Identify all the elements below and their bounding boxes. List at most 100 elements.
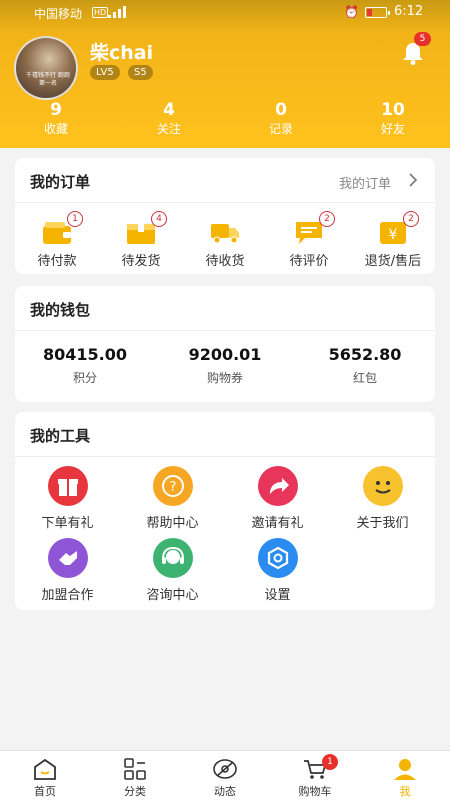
wallet-label: 购物券 xyxy=(206,371,243,385)
order-pending-payment[interactable]: 1 待付款 xyxy=(15,210,99,272)
order-pending-review[interactable]: 2 待评价 xyxy=(267,210,351,272)
order-label: 待发货 xyxy=(121,254,161,269)
stat-label: 记录 xyxy=(268,122,293,136)
wallet-title: 我的钱包 xyxy=(30,301,91,319)
order-count-badge: 2 xyxy=(319,211,335,227)
wallet-value: 9200.01 xyxy=(188,345,262,364)
stats-row: 9 收藏 4 关注 0 记录 10 好友 xyxy=(0,100,450,140)
stat-label: 收藏 xyxy=(43,122,68,136)
tab-feed[interactable]: 动态 xyxy=(180,751,270,800)
clock-time: 6:12 xyxy=(394,4,424,19)
tool-order-gift[interactable]: 下单有礼 xyxy=(15,466,120,532)
bottom-tab-bar: 首页 分类 动态 1 购物车 我 xyxy=(0,750,450,800)
avatar-caption: 千禧钱不行 跑跑第一名 xyxy=(26,72,70,87)
tab-label: 我 xyxy=(399,785,411,798)
divider xyxy=(15,202,435,203)
tab-label: 购物车 xyxy=(298,785,332,798)
orders-card: 我的订单 我的订单 1 待付款 4 待发货 待收货 2 待评价 ¥ 2 退货/售… xyxy=(15,158,435,274)
stat-value: 4 xyxy=(163,100,175,120)
avatar[interactable]: 千禧钱不行 跑跑第一名 xyxy=(14,36,78,100)
stat-favorites[interactable]: 9 收藏 xyxy=(16,100,96,138)
profile-header: 中国移动 HD ⏰ 6:12 千禧钱不行 跑跑第一名 柴chai LV5 S5 … xyxy=(0,0,450,148)
order-label: 待付款 xyxy=(37,254,77,269)
tool-label: 帮助中心 xyxy=(146,516,199,531)
wallet-coupons[interactable]: 9200.01 购物券 xyxy=(155,344,295,388)
wallet-label: 红包 xyxy=(352,371,377,385)
tool-consult-center[interactable]: 咨询中心 xyxy=(120,538,225,604)
stat-value: 9 xyxy=(50,100,62,120)
tool-label: 下单有礼 xyxy=(41,516,94,531)
divider xyxy=(15,330,435,331)
help-icon: ? xyxy=(153,466,193,506)
order-count-badge: 4 xyxy=(151,211,167,227)
headset-icon xyxy=(153,538,193,578)
tool-label: 咨询中心 xyxy=(146,588,199,603)
tab-label: 分类 xyxy=(124,785,146,798)
order-label: 待收货 xyxy=(205,254,245,269)
tool-label: 加盟合作 xyxy=(41,588,94,603)
tool-label: 设置 xyxy=(264,588,291,603)
order-pending-shipment[interactable]: 4 待发货 xyxy=(99,210,183,272)
svg-text:?: ? xyxy=(170,480,177,495)
wallet-points[interactable]: 80415.00 积分 xyxy=(15,344,155,388)
season-badge: S5 xyxy=(128,65,153,80)
gift-icon xyxy=(48,466,88,506)
wallet-value: 80415.00 xyxy=(42,345,127,364)
notification-badge: 5 xyxy=(414,32,431,46)
wallet-red-packets[interactable]: 5652.80 红包 xyxy=(295,344,435,388)
handshake-icon xyxy=(48,538,88,578)
category-icon xyxy=(124,758,146,780)
share-arrow-icon xyxy=(258,466,298,506)
alarm-icon: ⏰ xyxy=(344,5,359,19)
stat-history[interactable]: 0 记录 xyxy=(241,100,321,138)
status-bar: 中国移动 HD ⏰ 6:12 xyxy=(0,0,450,24)
chevron-right-icon[interactable] xyxy=(407,172,419,188)
cart-count-badge: 1 xyxy=(322,754,338,770)
order-count-badge: 1 xyxy=(67,211,83,227)
tab-category[interactable]: 分类 xyxy=(90,751,180,800)
tab-home[interactable]: 首页 xyxy=(0,751,90,800)
tab-label: 动态 xyxy=(214,785,236,798)
stat-value: 10 xyxy=(381,100,405,120)
profile-icon xyxy=(394,759,416,780)
carrier-label: 中国移动 xyxy=(34,7,83,21)
order-label: 退货/售后 xyxy=(364,254,422,269)
order-label: 待评价 xyxy=(289,254,329,269)
order-count-badge: 2 xyxy=(403,211,419,227)
stat-friends[interactable]: 10 好友 xyxy=(353,100,433,138)
all-orders-link[interactable]: 我的订单 xyxy=(339,173,391,192)
svg-text:¥: ¥ xyxy=(389,227,398,243)
stat-label: 关注 xyxy=(156,122,181,136)
smiley-icon xyxy=(363,466,403,506)
tab-profile[interactable]: 我 xyxy=(360,751,450,800)
username[interactable]: 柴chai xyxy=(90,38,153,65)
order-pending-receipt[interactable]: 待收货 xyxy=(183,210,267,272)
tools-title: 我的工具 xyxy=(30,427,91,445)
tab-label: 首页 xyxy=(34,785,56,798)
battery-icon xyxy=(365,7,390,18)
wallet-label: 积分 xyxy=(72,371,97,385)
hd-badge: HD xyxy=(92,7,109,18)
wallet-card: 我的钱包 80415.00 积分 9200.01 购物券 5652.80 红包 xyxy=(15,286,435,402)
stat-following[interactable]: 4 关注 xyxy=(129,100,209,138)
settings-icon xyxy=(258,538,298,578)
tool-settings[interactable]: 设置 xyxy=(225,538,330,604)
tool-invite-gift[interactable]: 邀请有礼 xyxy=(225,466,330,532)
stat-value: 0 xyxy=(275,100,287,120)
tab-cart[interactable]: 1 购物车 xyxy=(270,751,360,800)
tool-franchise[interactable]: 加盟合作 xyxy=(15,538,120,604)
tool-label: 关于我们 xyxy=(356,516,409,531)
feed-icon xyxy=(213,759,237,779)
order-refund[interactable]: ¥ 2 退货/售后 xyxy=(351,210,435,272)
tool-about-us[interactable]: 关于我们 xyxy=(330,466,435,532)
wallet-value: 5652.80 xyxy=(328,345,402,364)
divider xyxy=(15,456,435,457)
tool-help-center[interactable]: ? 帮助中心 xyxy=(120,466,225,532)
orders-title: 我的订单 xyxy=(30,173,91,191)
level-badge: LV5 xyxy=(90,65,120,80)
truck-icon xyxy=(211,224,239,244)
signal-icon xyxy=(108,6,126,18)
home-icon xyxy=(34,758,56,780)
stat-label: 好友 xyxy=(380,122,405,136)
tools-card: 我的工具 下单有礼 ? 帮助中心 邀请有礼 关于我们 加盟合作 咨询中心 设置 xyxy=(15,412,435,610)
